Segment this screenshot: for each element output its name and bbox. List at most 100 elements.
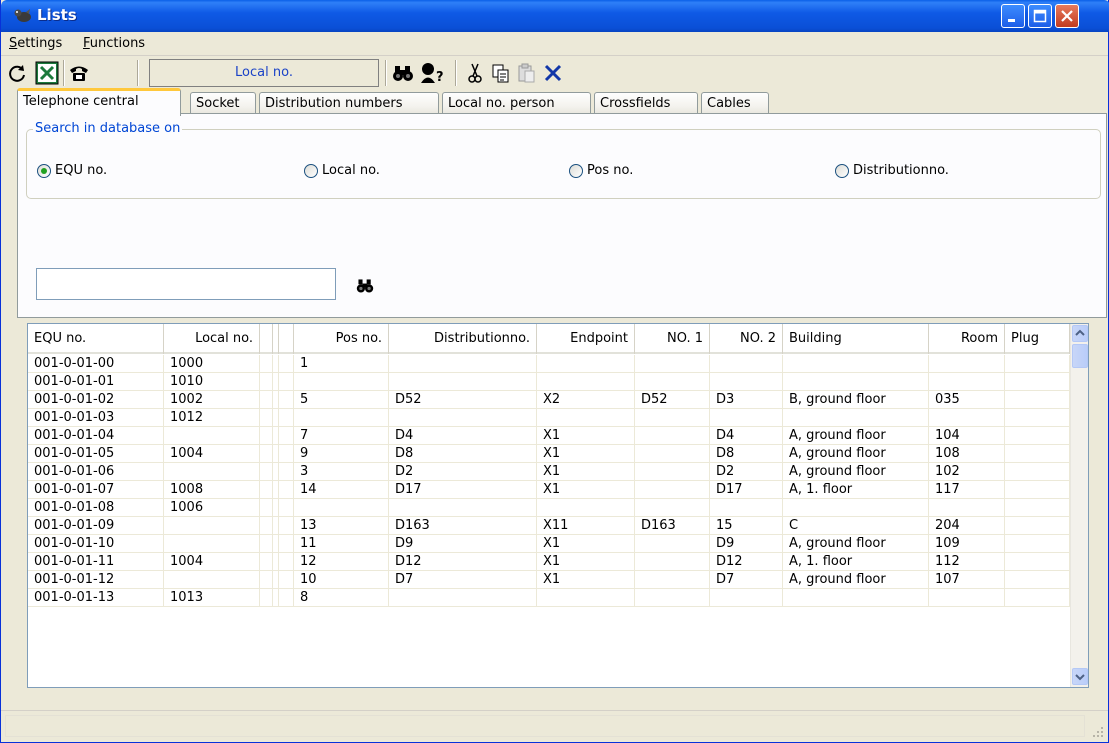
cell-no-1 (635, 373, 710, 391)
cell-local-no: 1000 (164, 355, 260, 373)
cell-room: 035 (929, 391, 1005, 409)
tab-socket[interactable]: Socket (190, 92, 256, 115)
cell-pos-no (294, 409, 389, 427)
table-row[interactable]: 001-0-01-02 1002 5 D52 X2 D52 D3 B, ground floo… (28, 391, 1071, 409)
cell-pos-no: 8 (294, 589, 389, 607)
column-header-room[interactable]: Room (929, 324, 1005, 354)
find-button[interactable] (391, 61, 415, 85)
cell-spacer-3 (272, 589, 294, 607)
cell-endpoint: X1 (537, 535, 635, 553)
cell-distributionno: D4 (389, 427, 537, 445)
cell-endpoint: X1 (537, 553, 635, 571)
cell-local-no: 1012 (164, 409, 260, 427)
column-header-plug[interactable]: Plug (1005, 324, 1070, 354)
cell-local-no: 1008 (164, 481, 260, 499)
cell-endpoint: X1 (537, 445, 635, 463)
table-row[interactable]: 001-0-01-05 1004 9 D8 X1 D8 A, ground floor 108 (28, 445, 1071, 463)
table-row[interactable]: 001-0-01-12 10 D7 X1 D7 A, ground floor 107 (28, 571, 1071, 589)
maximize-button[interactable] (1028, 4, 1052, 28)
help-search-button[interactable]: ? (419, 61, 444, 85)
vertical-scrollbar[interactable] (1070, 324, 1088, 687)
cell-distributionno: D17 (389, 481, 537, 499)
cell-plug (1005, 355, 1070, 373)
table-row[interactable]: 001-0-01-09 13 D163 X11 D163 15 C 204 (28, 517, 1071, 535)
table-row[interactable]: 001-0-01-00 1000 1 (28, 355, 1071, 373)
cell-spacer-3 (272, 427, 294, 445)
table-row[interactable]: 001-0-01-13 1013 8 (28, 589, 1071, 607)
delete-button[interactable] (541, 61, 565, 85)
menu-functions[interactable]: Functions (83, 36, 145, 51)
tab-distribution-numbers[interactable]: Distribution numbers (259, 92, 439, 115)
scroll-thumb[interactable] (1072, 344, 1088, 368)
cell-plug (1005, 571, 1070, 589)
cell-building: A, 1. floor (783, 553, 929, 571)
radio-distributionno[interactable]: Distributionno. (835, 162, 949, 180)
cell-building (783, 499, 929, 517)
cell-pos-no: 7 (294, 427, 389, 445)
column-header-equ-no[interactable]: EQU no. (28, 324, 164, 354)
refresh-button[interactable] (5, 61, 29, 85)
results-grid[interactable]: EQU no. Local no. Pos no. Distributionno. En… (27, 323, 1089, 688)
cell-no-1 (635, 409, 710, 427)
table-row[interactable]: 001-0-01-03 1012 (28, 409, 1071, 427)
table-row[interactable]: 001-0-01-04 7 D4 X1 D4 A, ground floor 104 (28, 427, 1071, 445)
cell-spacer-3 (272, 571, 294, 589)
close-button[interactable] (1055, 4, 1079, 28)
column-header-pos-no[interactable]: Pos no. (294, 324, 389, 354)
cell-room (929, 355, 1005, 373)
toolbar-separator (63, 60, 65, 86)
radio-indicator (304, 163, 318, 178)
menu-settings[interactable]: Settings (9, 36, 62, 51)
table-row[interactable]: 001-0-01-01 1010 (28, 373, 1071, 391)
phone-button[interactable] (67, 61, 91, 85)
cell-distributionno: D12 (389, 553, 537, 571)
local-no-field[interactable]: Local no. (149, 59, 379, 87)
column-header-building[interactable]: Building (783, 324, 929, 354)
cell-equ-no: 001-0-01-07 (28, 481, 164, 499)
column-header-local-no[interactable]: Local no. (164, 324, 260, 354)
column-header-no-2[interactable]: NO. 2 (710, 324, 783, 354)
radio-checked-indicator (37, 163, 51, 178)
table-row[interactable]: 001-0-01-11 1004 12 D12 X1 D12 A, 1. floor 112 (28, 553, 1071, 571)
scroll-up-button[interactable] (1072, 325, 1088, 342)
table-row[interactable]: 001-0-01-07 1008 14 D17 X1 D17 A, 1. floor 117 (28, 481, 1071, 499)
cell-plug (1005, 535, 1070, 553)
radio-local-no[interactable]: Local no. (304, 162, 380, 180)
search-group-legend: Search in database on (33, 121, 183, 136)
cell-equ-no: 001-0-01-02 (28, 391, 164, 409)
title-bar[interactable]: Lists (1, 0, 1109, 32)
cell-distributionno (389, 589, 537, 607)
search-input[interactable] (36, 268, 336, 300)
radio-equ-no[interactable]: EQU no. (37, 162, 107, 180)
excel-export-button[interactable] (35, 61, 59, 85)
tab-crossfields[interactable]: Crossfields (594, 92, 698, 115)
cell-endpoint (537, 355, 635, 373)
search-button[interactable] (355, 277, 375, 295)
toolbar-separator (137, 60, 139, 86)
cell-local-no (164, 463, 260, 481)
radio-indicator (835, 163, 849, 178)
cell-distributionno (389, 499, 537, 517)
table-row[interactable]: 001-0-01-08 1006 (28, 499, 1071, 517)
binoculars-icon (356, 279, 374, 293)
copy-button[interactable] (489, 61, 513, 85)
paste-button[interactable] (515, 61, 539, 85)
cell-pos-no: 14 (294, 481, 389, 499)
column-header-no-1[interactable]: NO. 1 (635, 324, 710, 354)
radio-pos-no[interactable]: Pos no. (569, 162, 633, 180)
column-header-distributionno[interactable]: Distributionno. (389, 324, 537, 354)
minimize-button[interactable] (1001, 4, 1025, 28)
tab-cables[interactable]: Cables (701, 92, 769, 115)
scroll-down-button[interactable] (1072, 668, 1088, 685)
tab-telephone-central[interactable]: Telephone central (17, 88, 181, 116)
resize-grip-icon[interactable] (1090, 724, 1104, 738)
cut-button[interactable] (463, 61, 487, 85)
cell-no-2 (710, 355, 783, 373)
tab-local-no-person[interactable]: Local no. person (442, 92, 591, 115)
column-header-endpoint[interactable]: Endpoint (537, 324, 635, 354)
cell-endpoint (537, 589, 635, 607)
table-row[interactable]: 001-0-01-06 3 D2 X1 D2 A, ground floor 102 (28, 463, 1071, 481)
cell-plug (1005, 553, 1070, 571)
column-header-spacer-3[interactable] (272, 324, 294, 354)
table-row[interactable]: 001-0-01-10 11 D9 X1 D9 A, ground floor 109 (28, 535, 1071, 553)
